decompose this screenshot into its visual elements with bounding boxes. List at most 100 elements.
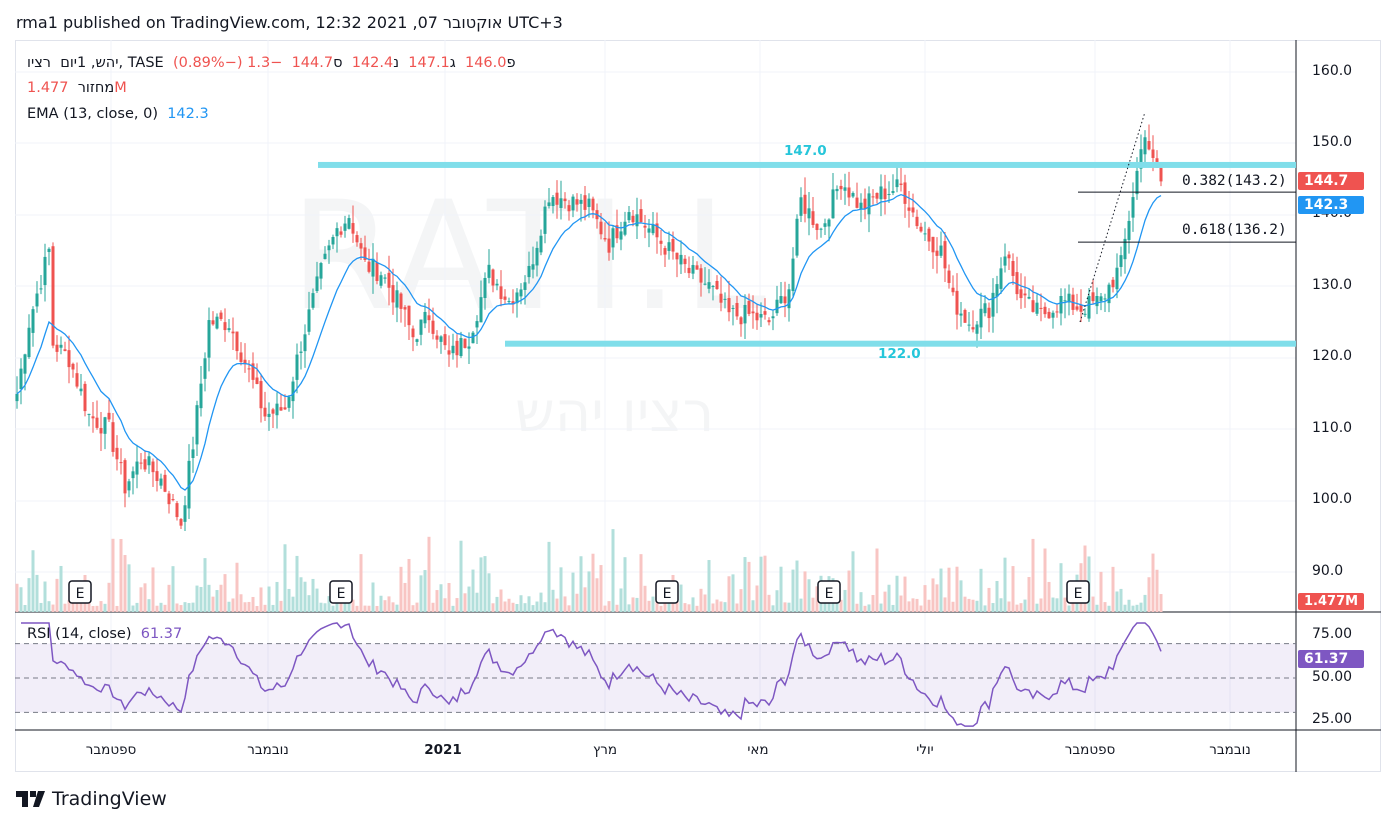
candle bbox=[987, 307, 991, 319]
volume-bar bbox=[927, 599, 931, 612]
volume-bar bbox=[695, 605, 699, 612]
candle bbox=[899, 183, 903, 185]
volume-bar bbox=[795, 560, 799, 612]
volume-bar bbox=[287, 588, 291, 612]
candle bbox=[663, 248, 667, 255]
candle bbox=[767, 320, 771, 323]
candle bbox=[275, 403, 279, 416]
volume-bar bbox=[919, 605, 923, 612]
candle bbox=[887, 194, 891, 196]
volume-bar bbox=[767, 594, 771, 612]
volume-bar bbox=[971, 599, 975, 612]
ema-price-tag: 142.3 bbox=[1298, 196, 1364, 214]
volume-bar bbox=[1019, 603, 1023, 612]
volume-bar bbox=[995, 580, 999, 612]
volume-bar bbox=[739, 589, 743, 612]
candle bbox=[851, 193, 855, 197]
volume-bar bbox=[771, 605, 775, 612]
volume-bar bbox=[235, 562, 239, 612]
volume-bar bbox=[679, 584, 683, 612]
candle bbox=[891, 191, 895, 193]
candle bbox=[335, 228, 339, 237]
candle bbox=[491, 269, 495, 286]
candle bbox=[603, 238, 607, 240]
price-chart[interactable]: EEEEE bbox=[0, 0, 1395, 826]
candle bbox=[943, 241, 947, 269]
candle bbox=[319, 263, 323, 279]
volume-bar bbox=[759, 556, 763, 612]
candle bbox=[271, 409, 275, 414]
candle bbox=[19, 368, 23, 390]
candle bbox=[907, 207, 911, 211]
candle bbox=[815, 223, 819, 231]
candle bbox=[567, 205, 571, 212]
volume-bar bbox=[911, 598, 915, 612]
volume-bar bbox=[243, 602, 247, 612]
volume-bar bbox=[539, 592, 543, 612]
earnings-marker-label: E bbox=[76, 586, 85, 602]
candle bbox=[1063, 300, 1067, 302]
tradingview-logo[interactable]: TradingView bbox=[16, 788, 167, 810]
volume-bar bbox=[419, 575, 423, 612]
volume-bar bbox=[775, 590, 779, 612]
candle bbox=[291, 381, 295, 402]
candle bbox=[919, 226, 923, 232]
volume-bar bbox=[983, 605, 987, 612]
candle bbox=[1111, 279, 1115, 288]
volume-bar bbox=[1023, 599, 1027, 612]
open-label: פ bbox=[506, 55, 516, 71]
candle bbox=[135, 461, 139, 475]
candle bbox=[483, 277, 487, 299]
volume-bar bbox=[1059, 563, 1063, 612]
volume-bar bbox=[199, 586, 203, 612]
volume-bar bbox=[143, 583, 147, 612]
earnings-marker-label: E bbox=[1074, 586, 1083, 602]
candle bbox=[1091, 292, 1095, 302]
tradingview-logo-icon bbox=[16, 791, 45, 807]
volume-bar bbox=[999, 598, 1003, 612]
candle bbox=[99, 428, 103, 434]
volume-bar bbox=[1055, 598, 1059, 612]
volume-bar bbox=[807, 579, 811, 612]
candle bbox=[523, 282, 527, 290]
volume-bar bbox=[263, 604, 267, 612]
volume-bar bbox=[891, 604, 895, 612]
candle bbox=[287, 397, 291, 408]
candle bbox=[487, 264, 491, 278]
volume-bar bbox=[427, 536, 431, 612]
volume-bar bbox=[959, 580, 963, 612]
volume-bar bbox=[55, 578, 59, 612]
time-label: ספטמבר bbox=[1064, 742, 1116, 758]
volume-bar bbox=[707, 560, 711, 612]
volume-bar bbox=[443, 598, 447, 612]
volume-bar bbox=[683, 603, 687, 612]
volume-bar bbox=[711, 603, 715, 612]
volume-bar bbox=[935, 584, 939, 612]
volume-bar bbox=[1003, 557, 1007, 612]
volume-bar bbox=[1143, 594, 1147, 612]
volume-bar bbox=[755, 585, 759, 612]
candle bbox=[499, 286, 503, 299]
volume-bar bbox=[1103, 602, 1107, 612]
candle bbox=[791, 258, 795, 291]
candle bbox=[1011, 261, 1015, 276]
candle bbox=[939, 245, 943, 256]
volume-bar bbox=[555, 598, 559, 612]
candle bbox=[735, 302, 739, 317]
candle bbox=[711, 286, 715, 288]
volume-bar bbox=[387, 596, 391, 612]
volume-bar bbox=[475, 592, 479, 612]
volume-bar bbox=[383, 600, 387, 612]
volume-bar bbox=[947, 567, 951, 612]
volume-bar bbox=[303, 581, 307, 612]
volume-bar bbox=[627, 604, 631, 612]
candle bbox=[171, 499, 175, 501]
candle bbox=[383, 277, 387, 279]
volume-bar bbox=[951, 601, 955, 612]
candle bbox=[811, 211, 815, 225]
volume-bar bbox=[423, 570, 427, 612]
candle bbox=[1131, 197, 1135, 218]
volume-bar bbox=[611, 529, 615, 612]
volume-bar bbox=[323, 603, 327, 612]
candle bbox=[119, 462, 123, 464]
